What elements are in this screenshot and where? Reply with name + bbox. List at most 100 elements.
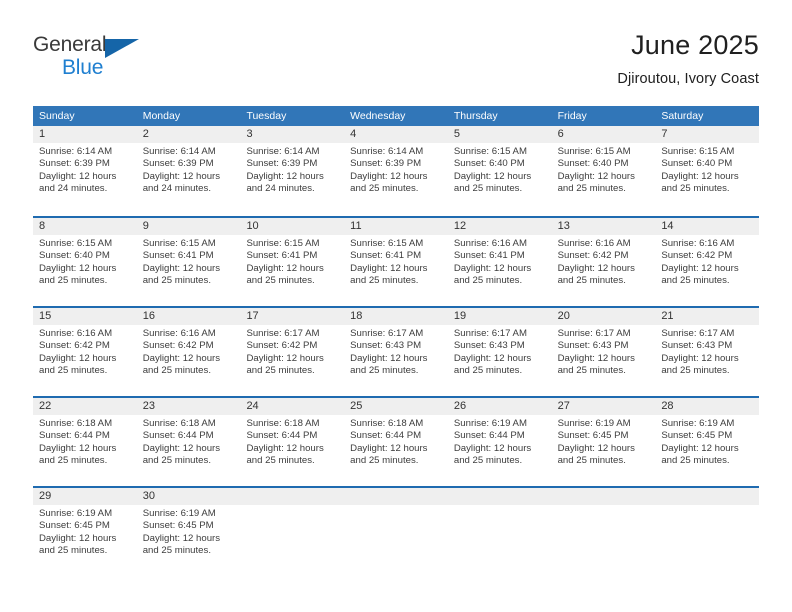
calendar-day-cell[interactable]: 28 Sunrise: 6:19 AM Sunset: 6:45 PM Dayligh…	[655, 398, 759, 486]
day-detail-line: Sunset: 6:42 PM	[557, 250, 629, 262]
calendar-week-row: 8 Sunrise: 6:15 AM Sunset: 6:40 PM Daylight…	[33, 216, 759, 306]
day-detail-line: Sunrise: 6:18 AM	[39, 418, 113, 429]
day-detail-line: and 25 minutes.	[453, 365, 523, 377]
day-detail-lines: Sunrise: 6:18 AM Sunset: 6:44 PM Daylight:…	[246, 418, 341, 468]
day-number: 3	[246, 128, 253, 140]
day-detail-line: and 25 minutes.	[39, 545, 108, 557]
weekday-header-tuesday: Tuesday	[246, 110, 287, 122]
page-header: General Blue June 2025 Djiroutou, Ivory …	[33, 28, 759, 100]
calendar-day-cell[interactable]: 2 Sunrise: 6:14 AM Sunset: 6:39 PM Daylight…	[137, 126, 241, 216]
brand-logo[interactable]: General Blue	[33, 28, 151, 84]
day-detail-line: Sunset: 6:41 PM	[246, 250, 318, 262]
day-detail-lines: Sunrise: 6:15 AM Sunset: 6:40 PM Daylight:…	[661, 146, 756, 196]
day-detail-line: Sunset: 6:39 PM	[246, 158, 318, 170]
day-detail-line: Sunset: 6:45 PM	[39, 520, 110, 532]
weekday-header-friday: Friday	[557, 110, 587, 122]
calendar-day-cell[interactable]: 17 Sunrise: 6:17 AM Sunset: 6:42 PM Dayligh…	[240, 308, 344, 396]
calendar-day-cell[interactable]: 15 Sunrise: 6:16 AM Sunset: 6:42 PM Dayligh…	[33, 308, 137, 396]
day-detail-line: and 25 minutes.	[350, 183, 419, 195]
calendar-day-cell[interactable]: 25 Sunrise: 6:18 AM Sunset: 6:44 PM Dayligh…	[344, 398, 448, 486]
day-detail-line: Daylight: 12 hours	[39, 170, 117, 182]
day-detail-line: and 25 minutes.	[661, 365, 730, 377]
calendar-day-cell[interactable]: 18 Sunrise: 6:17 AM Sunset: 6:43 PM Dayligh…	[344, 308, 448, 396]
calendar-day-cell[interactable]: 24 Sunrise: 6:18 AM Sunset: 6:44 PM Dayligh…	[240, 398, 344, 486]
day-detail-line: and 25 minutes.	[142, 365, 211, 377]
calendar-day-cell[interactable]: 29 Sunrise: 6:19 AM Sunset: 6:45 PM Dayligh…	[33, 488, 137, 576]
day-number: 12	[453, 220, 467, 232]
day-number: 9	[142, 220, 149, 232]
calendar-day-cell[interactable]: 30 Sunrise: 6:19 AM Sunset: 6:45 PM Dayligh…	[137, 488, 241, 576]
day-detail-line: Daylight: 12 hours	[39, 442, 117, 454]
day-number: 10	[246, 220, 259, 232]
calendar-day-cell[interactable]: 19 Sunrise: 6:17 AM Sunset: 6:43 PM Dayligh…	[448, 308, 552, 396]
calendar-day-cell[interactable]: 26 Sunrise: 6:19 AM Sunset: 6:44 PM Dayligh…	[448, 398, 552, 486]
calendar-day-cell[interactable]: 23 Sunrise: 6:18 AM Sunset: 6:44 PM Dayligh…	[137, 398, 241, 486]
day-detail-lines: Sunrise: 6:14 AM Sunset: 6:39 PM Daylight:…	[246, 146, 341, 196]
day-detail-line: Daylight: 12 hours	[39, 352, 117, 364]
day-detail-line: and 24 minutes.	[246, 183, 315, 195]
calendar-day-cell[interactable]: 12 Sunrise: 6:16 AM Sunset: 6:41 PM Dayligh…	[448, 218, 552, 306]
day-number: 26	[453, 400, 467, 412]
calendar-day-cell[interactable]: 5 Sunrise: 6:15 AM Sunset: 6:40 PM Daylight…	[448, 126, 552, 216]
day-detail-line: and 25 minutes.	[557, 183, 626, 195]
calendar-day-cell[interactable]: 1 Sunrise: 6:14 AM Sunset: 6:39 PM Daylight…	[33, 126, 137, 216]
day-detail-line: Sunrise: 6:17 AM	[246, 328, 320, 339]
calendar-day-cell[interactable]: 21 Sunrise: 6:17 AM Sunset: 6:43 PM Dayligh…	[655, 308, 759, 396]
day-number: 14	[661, 220, 674, 232]
calendar-day-cell[interactable]: 22 Sunrise: 6:18 AM Sunset: 6:44 PM Dayligh…	[33, 398, 137, 486]
day-detail-line: Sunrise: 6:15 AM	[350, 238, 424, 249]
calendar-day-cell[interactable]: 11 Sunrise: 6:15 AM Sunset: 6:41 PM Dayligh…	[344, 218, 448, 306]
calendar-weeks: 1 Sunrise: 6:14 AM Sunset: 6:39 PM Daylight…	[33, 126, 759, 576]
calendar-week-cells: 29 Sunrise: 6:19 AM Sunset: 6:45 PM Dayligh…	[33, 488, 759, 576]
day-detail-line: Sunset: 6:42 PM	[39, 340, 110, 352]
calendar-day-cell[interactable]: 10 Sunrise: 6:15 AM Sunset: 6:41 PM Dayligh…	[240, 218, 344, 306]
calendar-day-cell[interactable]: 16 Sunrise: 6:16 AM Sunset: 6:42 PM Dayligh…	[137, 308, 241, 396]
day-number: 11	[350, 220, 362, 232]
weekday-header-row: Sunday Monday Tuesday Wednesday Thursday Frid…	[33, 106, 759, 126]
calendar-day-cell[interactable]: 8 Sunrise: 6:15 AM Sunset: 6:40 PM Daylight…	[33, 218, 137, 306]
day-detail-lines: Sunrise: 6:16 AM Sunset: 6:42 PM Daylight:…	[661, 238, 756, 288]
day-detail-line: Sunrise: 6:14 AM	[39, 146, 113, 157]
calendar-day-cell[interactable]: 13 Sunrise: 6:16 AM Sunset: 6:42 PM Dayligh…	[552, 218, 656, 306]
calendar-day-cell[interactable]: 27 Sunrise: 6:19 AM Sunset: 6:45 PM Dayligh…	[552, 398, 656, 486]
day-detail-line: Sunset: 6:44 PM	[142, 430, 214, 442]
day-number: 5	[453, 128, 460, 140]
day-detail-line: and 25 minutes.	[39, 455, 108, 467]
calendar-day-cell-empty	[552, 488, 656, 576]
day-detail-line: Sunrise: 6:17 AM	[453, 328, 527, 339]
day-detail-line: Daylight: 12 hours	[246, 170, 324, 182]
calendar-day-cell[interactable]: 4 Sunrise: 6:14 AM Sunset: 6:39 PM Daylight…	[344, 126, 448, 216]
calendar-day-cell[interactable]: 7 Sunrise: 6:15 AM Sunset: 6:40 PM Daylight…	[655, 126, 759, 216]
calendar-day-cell-empty	[344, 488, 448, 576]
calendar-day-cell[interactable]: 20 Sunrise: 6:17 AM Sunset: 6:43 PM Dayligh…	[552, 308, 656, 396]
day-detail-line: and 25 minutes.	[39, 275, 108, 287]
day-number: 6	[557, 128, 564, 140]
day-detail-lines: Sunrise: 6:16 AM Sunset: 6:41 PM Daylight:…	[454, 238, 549, 288]
calendar-day-cell-empty	[655, 488, 759, 576]
day-detail-line: Sunset: 6:44 PM	[350, 430, 422, 442]
day-detail-line: Daylight: 12 hours	[661, 442, 739, 454]
day-number: 15	[39, 310, 52, 322]
weekday-header-sunday: Sunday	[39, 110, 75, 122]
day-detail-line: Sunrise: 6:16 AM	[453, 238, 527, 249]
calendar-day-cell[interactable]: 6 Sunrise: 6:15 AM Sunset: 6:40 PM Daylight…	[552, 126, 656, 216]
day-detail-line: Sunset: 6:42 PM	[661, 250, 733, 262]
calendar-week-row: 29 Sunrise: 6:19 AM Sunset: 6:45 PM Dayligh…	[33, 486, 759, 576]
title-block: June 2025 Djiroutou, Ivory Coast	[617, 28, 759, 90]
day-number: 30	[142, 490, 155, 502]
day-detail-line: and 25 minutes.	[142, 275, 211, 287]
calendar-day-cell[interactable]: 3 Sunrise: 6:14 AM Sunset: 6:39 PM Daylight…	[240, 126, 344, 216]
calendar-day-cell[interactable]: 14 Sunrise: 6:16 AM Sunset: 6:42 PM Dayligh…	[655, 218, 759, 306]
day-detail-line: Sunset: 6:43 PM	[453, 340, 525, 352]
triangle-icon	[105, 39, 139, 58]
weekday-header-monday: Monday	[142, 110, 181, 122]
day-detail-line: and 24 minutes.	[142, 183, 211, 195]
calendar-grid: Sunday Monday Tuesday Wednesday Thursday Frid…	[33, 106, 759, 576]
day-detail-line: Daylight: 12 hours	[453, 442, 532, 454]
day-number: 8	[39, 220, 46, 232]
day-detail-line: Daylight: 12 hours	[350, 170, 428, 182]
day-number: 22	[39, 400, 52, 412]
calendar-day-cell[interactable]: 9 Sunrise: 6:15 AM Sunset: 6:41 PM Daylight…	[137, 218, 241, 306]
day-number: 4	[350, 128, 357, 140]
day-detail-line: and 25 minutes.	[350, 275, 419, 287]
